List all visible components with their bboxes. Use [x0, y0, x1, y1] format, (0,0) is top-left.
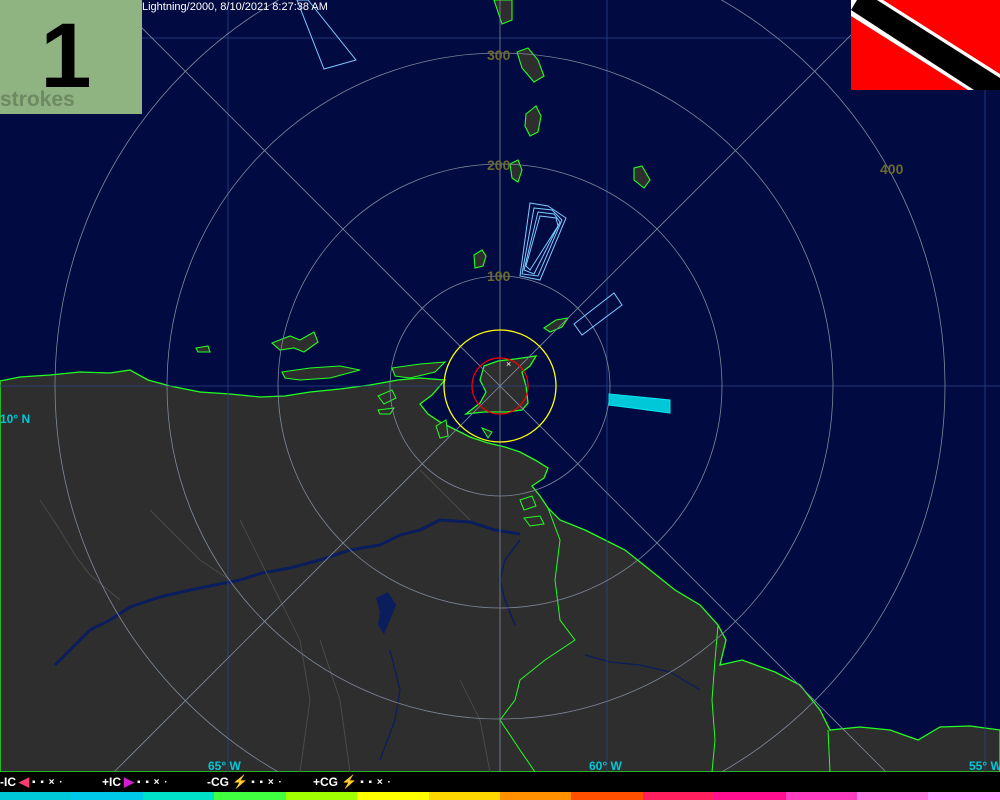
ramp-swatch-2 — [142, 792, 215, 800]
legend-label-positive-ic: +IC — [102, 775, 122, 789]
legend-item-positive-cg: +CG ⚡ ▪ ▪ × · — [313, 774, 392, 790]
legend-label-positive-cg: +CG — [313, 775, 339, 789]
range-label-200: 200 — [487, 157, 511, 173]
ramp-swatch-3 — [214, 792, 286, 800]
longitude-label-65w: 65° W — [208, 759, 241, 773]
legend-dots-negative-cg: ▪ ▪ × · — [251, 776, 283, 788]
legend-dots-negative-ic: ▪ ▪ × · — [32, 776, 64, 788]
legend-item-negative-ic: -IC ◀ ▪ ▪ × · — [0, 774, 64, 790]
legend-label-negative-ic: -IC — [0, 775, 16, 789]
lightning-radar-map[interactable]: × — [0, 0, 1000, 800]
negative-cg-bolt-icon: ⚡ — [232, 774, 249, 789]
longitude-label-60w: 60° W — [589, 759, 622, 773]
ramp-swatch-6 — [428, 792, 500, 800]
station-marker-icon: × — [506, 359, 511, 369]
range-label-100: 100 — [487, 268, 511, 284]
ramp-swatch-8 — [571, 792, 643, 800]
range-label-300: 300 — [487, 47, 511, 63]
window-title: Lightning/2000, 8/10/2021 8:27:38 AM — [142, 1, 328, 13]
range-label-400: 400 — [880, 161, 904, 177]
legend-item-positive-ic: +IC ▶ ▪ ▪ × · — [102, 774, 169, 790]
ramp-swatch-4 — [285, 792, 358, 800]
legend-dots-positive-cg: ▪ ▪ × · — [360, 776, 392, 788]
positive-cg-bolt-icon: ⚡ — [341, 774, 358, 789]
longitude-label-55w: 55° W — [969, 759, 1000, 773]
negative-ic-arrow-icon: ◀ — [19, 774, 29, 789]
ramp-swatch-11 — [785, 792, 858, 800]
ramp-swatch-13 — [928, 792, 1000, 800]
trinidad-tobago-flag-icon — [851, 0, 1000, 90]
legend-dots-positive-ic: ▪ ▪ × · — [137, 776, 169, 788]
ramp-swatch-7 — [499, 792, 572, 800]
ramp-swatch-10 — [714, 792, 786, 800]
legend-item-negative-cg: -CG ⚡ ▪ ▪ × · — [207, 774, 283, 790]
ramp-swatch-12 — [857, 792, 929, 800]
strike-counter: 1 strokes — [0, 0, 142, 114]
ramp-swatch-5 — [357, 792, 429, 800]
ramp-swatch-9 — [642, 792, 715, 800]
lightning-map-window: × 100 200 300 400 10° N 65° W 60° W 55° … — [0, 0, 1000, 800]
ramp-swatch-0 — [0, 792, 72, 800]
strike-type-legend: -IC ◀ ▪ ▪ × · +IC ▶ ▪ ▪ × · -CG ⚡ ▪ ▪ × … — [0, 772, 1000, 792]
latitude-label: 10° N — [0, 412, 31, 426]
strike-count-unit: strokes — [0, 88, 75, 111]
ramp-swatch-1 — [71, 792, 143, 800]
legend-label-negative-cg: -CG — [207, 775, 229, 789]
strike-age-color-ramp — [0, 792, 1000, 800]
positive-ic-arrow-icon: ▶ — [124, 774, 135, 789]
